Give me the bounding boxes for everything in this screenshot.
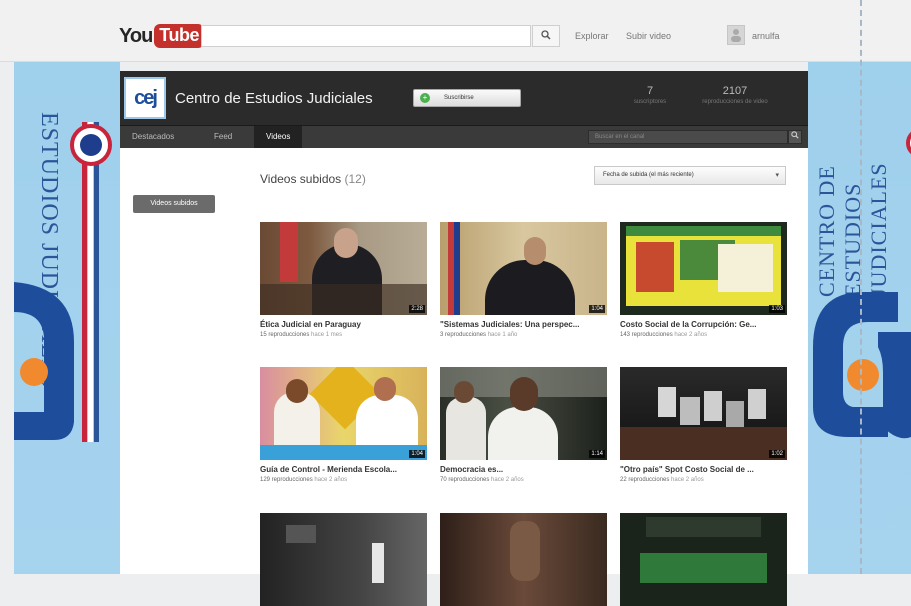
video-title[interactable]: Guía de Control - Merienda Escola... (260, 465, 427, 475)
search-input[interactable] (201, 25, 531, 47)
guide-line (860, 0, 862, 574)
search-button[interactable] (532, 25, 560, 47)
video-views: 129 reproducciones (260, 477, 313, 483)
sort-label: Fecha de subida (el más reciente) (603, 172, 694, 178)
explore-link[interactable]: Explorar (575, 31, 609, 41)
views-count: 2107 (722, 85, 748, 97)
channel-logo[interactable]: cej (124, 77, 166, 119)
tab-videos[interactable]: Videos (254, 126, 303, 148)
channel-title[interactable]: Centro de Estudios Judiciales (175, 90, 373, 107)
video-meta: 3 reproducciones hace 1 año (440, 332, 607, 338)
section-count: (12) (344, 172, 366, 186)
video-item[interactable]: 2:28 Ética Judicial en Paraguay 15 repro… (260, 222, 427, 338)
cej-mark-icon (14, 282, 74, 440)
upload-link[interactable]: Subir video (626, 31, 671, 41)
video-meta: 129 reproducciones hace 2 años (260, 477, 427, 483)
video-item[interactable] (440, 513, 607, 606)
video-age: hace 2 años (491, 477, 524, 483)
user-name[interactable]: arnulfa (752, 31, 780, 41)
tab-featured[interactable]: Destacados (120, 126, 186, 148)
video-item[interactable]: 1:04 "Sistemas Judiciales: Una perspec..… (440, 222, 607, 338)
logo-tube-text: Tube (154, 24, 204, 48)
channel-page: cej Centro de Estudios Judiciales + Susc… (120, 71, 808, 606)
search-icon (541, 29, 551, 43)
video-duration: 1:03 (769, 305, 785, 313)
tab-feed[interactable]: Feed (202, 126, 244, 148)
video-age: hace 2 años (671, 477, 704, 483)
video-age: hace 2 años (674, 332, 708, 338)
video-meta: 70 reproducciones hace 2 años (440, 477, 607, 483)
stripe-blue (94, 122, 99, 442)
subscribers-label: suscriptores (633, 99, 667, 105)
video-thumbnail[interactable] (260, 513, 427, 606)
plus-icon: + (420, 93, 430, 103)
video-thumbnail[interactable]: 1:04 (440, 222, 607, 315)
video-item[interactable] (260, 513, 427, 606)
video-thumbnail[interactable] (620, 513, 787, 606)
video-views: 22 reproducciones (620, 477, 670, 483)
video-views: 3 reproducciones (440, 332, 487, 338)
video-meta: 22 reproducciones hace 2 años (620, 477, 787, 483)
video-item[interactable]: 1:02 "Otro país" Spot Costo Social de ..… (620, 367, 787, 483)
chevron-down-icon: ▾ (775, 172, 779, 179)
video-title[interactable]: "Sistemas Judiciales: Una perspec... (440, 320, 607, 330)
video-item[interactable] (620, 513, 787, 606)
video-thumbnail[interactable]: 1:02 (620, 367, 787, 460)
video-title[interactable]: "Otro país" Spot Costo Social de ... (620, 465, 787, 475)
channel-nav: Destacados Feed Videos Buscar en el cana… (120, 126, 808, 148)
video-thumbnail[interactable]: 1:04 (260, 367, 427, 460)
subscribers-stat: 7 suscriptores (620, 85, 680, 105)
views-stat: 2107 reproducciones de video (690, 85, 780, 105)
avatar[interactable] (727, 25, 745, 45)
views-label: reproducciones de video (702, 99, 768, 105)
video-meta: 143 reproducciones hace 2 años (620, 332, 787, 338)
video-thumbnail[interactable]: 1:03 (620, 222, 787, 315)
video-item[interactable]: 1:14 Democracia es... 70 reproducciones … (440, 367, 607, 483)
subscribe-button[interactable]: + Suscribirse (413, 89, 521, 107)
seal-right-icon (906, 128, 911, 158)
video-item[interactable]: 1:04 Guía de Control - Merienda Escola..… (260, 367, 427, 483)
section-title-text: Videos subidos (260, 172, 342, 186)
channel-search-button[interactable] (788, 130, 802, 144)
section-title: Videos subidos (12) (260, 172, 366, 186)
channel-search-input[interactable]: Buscar en el canal (588, 130, 788, 144)
masthead: You Tube Explorar Subir video arnulfa (0, 0, 911, 62)
video-views: 70 reproducciones (440, 477, 490, 483)
user-icon (731, 29, 741, 42)
video-title[interactable]: Costo Social de la Corrupción: Ge... (620, 320, 787, 330)
video-duration: 1:04 (589, 305, 605, 313)
youtube-logo[interactable]: You Tube (119, 23, 204, 49)
video-duration: 1:02 (769, 450, 785, 458)
seal-icon (70, 124, 112, 166)
logo-you-text: You (119, 24, 153, 47)
channel-header: cej Centro de Estudios Judiciales + Susc… (120, 71, 808, 126)
video-meta: 15 reproducciones hace 1 mes (260, 332, 427, 338)
subscribers-count: 7 (646, 85, 654, 97)
video-duration: 1:14 (589, 450, 605, 458)
video-thumbnail[interactable]: 1:14 (440, 367, 607, 460)
video-title[interactable]: Ética Judicial en Paraguay (260, 320, 427, 330)
stripe-white (88, 122, 93, 442)
video-views: 15 reproducciones (260, 332, 310, 338)
search-icon (791, 131, 799, 139)
video-title[interactable]: Democracia es... (440, 465, 607, 475)
video-age: hace 1 mes (311, 332, 343, 338)
video-age: hace 1 año (487, 332, 518, 338)
video-age: hace 2 años (314, 477, 348, 483)
branding-right-text: CENTRO DE ESTUDIOS JUDICIALES (814, 162, 891, 297)
uploads-filter-button[interactable]: Videos subidos (133, 195, 215, 213)
video-duration: 2:28 (409, 305, 425, 313)
video-item[interactable]: 1:03 Costo Social de la Corrupción: Ge..… (620, 222, 787, 338)
branding-left: ESTUDIOS JUDICIALES (14, 62, 120, 574)
video-duration: 1:04 (409, 450, 425, 458)
video-thumbnail[interactable]: 2:28 (260, 222, 427, 315)
video-views: 143 reproducciones (620, 332, 673, 338)
video-thumbnail[interactable] (440, 513, 607, 606)
sort-dropdown[interactable]: Fecha de subida (el más reciente) ▾ (594, 166, 786, 185)
subscribe-label: Suscribirse (444, 95, 474, 101)
